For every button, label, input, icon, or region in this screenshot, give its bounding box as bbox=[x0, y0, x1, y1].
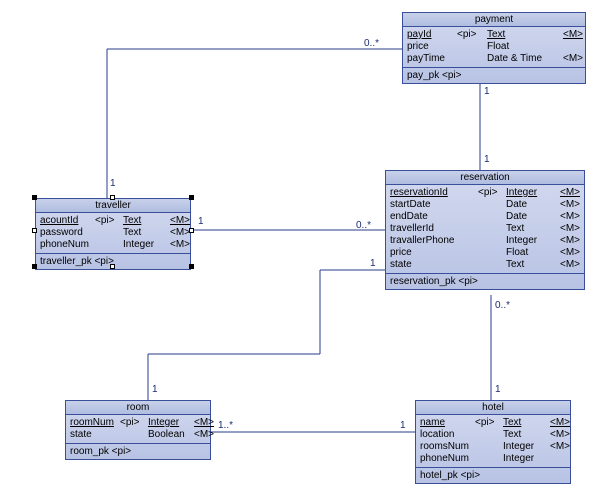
card-label: 1 bbox=[400, 420, 406, 431]
entity-attrs: name<pi>Text<M>locationText<M>roomsNumIn… bbox=[416, 415, 570, 468]
attr-row: roomNum<pi>Integer<M> bbox=[70, 417, 206, 429]
card-label: 0..* bbox=[364, 38, 379, 49]
attr-row: priceFloat<M> bbox=[390, 247, 580, 259]
resize-handle[interactable] bbox=[189, 195, 194, 200]
attr-row: passwordText<M> bbox=[40, 227, 186, 239]
attr-row: travallerPhoneInteger<M> bbox=[390, 235, 580, 247]
entity-attrs: payId<pi>Text<M>priceFloatpayTimeDate & … bbox=[403, 27, 585, 68]
resize-handle[interactable] bbox=[189, 228, 194, 233]
attr-row: reservationId<pi>Integer<M> bbox=[390, 187, 580, 199]
entity-title: traveller bbox=[36, 199, 190, 213]
entity-attrs: reservationId<pi>Integer<M>startDateDate… bbox=[386, 185, 584, 274]
resize-handle[interactable] bbox=[189, 264, 194, 269]
entity-pk: hotel_pk <pi> bbox=[416, 468, 570, 483]
entity-pk: room_pk <pi> bbox=[66, 444, 210, 459]
attr-row: phoneNumInteger bbox=[420, 453, 566, 465]
entity-title: reservation bbox=[386, 171, 584, 185]
resize-handle[interactable] bbox=[32, 195, 37, 200]
entity-traveller[interactable]: traveller acountId<pi>Text<M>passwordTex… bbox=[35, 198, 191, 270]
entity-attrs: roomNum<pi>Integer<M>stateBoolean<M> bbox=[66, 415, 210, 444]
card-label: 1 bbox=[152, 384, 158, 395]
card-label: 1 bbox=[484, 86, 490, 97]
entity-title: payment bbox=[403, 13, 585, 27]
resize-handle[interactable] bbox=[110, 264, 115, 269]
entity-title: hotel bbox=[416, 401, 570, 415]
entity-pk: pay_pk <pi> bbox=[403, 68, 585, 83]
attr-row: endDateDate<M> bbox=[390, 211, 580, 223]
card-label: 1 bbox=[484, 154, 490, 165]
attr-row: travellerIdText<M> bbox=[390, 223, 580, 235]
attr-row: priceFloat bbox=[407, 41, 581, 53]
card-label: 1 bbox=[495, 384, 501, 395]
entity-room[interactable]: room roomNum<pi>Integer<M>stateBoolean<M… bbox=[65, 400, 211, 460]
card-label: 0..* bbox=[495, 300, 510, 311]
entity-attrs: acountId<pi>Text<M>passwordText<M>phoneN… bbox=[36, 213, 190, 254]
entity-title: room bbox=[66, 401, 210, 415]
entity-pk: reservation_pk <pi> bbox=[386, 274, 584, 289]
attr-row: acountId<pi>Text<M> bbox=[40, 215, 186, 227]
attr-row: locationText<M> bbox=[420, 429, 566, 441]
attr-row: stateText<M> bbox=[390, 259, 580, 271]
entity-payment[interactable]: payment payId<pi>Text<M>priceFloatpayTim… bbox=[402, 12, 586, 84]
card-label: 1 bbox=[370, 258, 376, 269]
attr-row: stateBoolean<M> bbox=[70, 429, 206, 441]
attr-row: payTimeDate & Time<M> bbox=[407, 53, 581, 65]
attr-row: startDateDate<M> bbox=[390, 199, 580, 211]
resize-handle[interactable] bbox=[32, 228, 37, 233]
resize-handle[interactable] bbox=[32, 264, 37, 269]
card-label: 1 bbox=[110, 178, 116, 189]
attr-row: payId<pi>Text<M> bbox=[407, 29, 581, 41]
resize-handle[interactable] bbox=[110, 195, 115, 200]
attr-row: phoneNumInteger<M> bbox=[40, 239, 186, 251]
card-label: 0..* bbox=[356, 220, 371, 231]
card-label: 1 bbox=[198, 216, 204, 227]
entity-reservation[interactable]: reservation reservationId<pi>Integer<M>s… bbox=[385, 170, 585, 290]
entity-hotel[interactable]: hotel name<pi>Text<M>locationText<M>room… bbox=[415, 400, 571, 484]
attr-row: name<pi>Text<M> bbox=[420, 417, 566, 429]
diagram-canvas: 0..* 1 1 1 1 0..* 1 1 0..* 1 1..* 1 paym… bbox=[0, 0, 616, 502]
card-label: 1..* bbox=[218, 420, 233, 431]
attr-row: roomsNumInteger<M> bbox=[420, 441, 566, 453]
